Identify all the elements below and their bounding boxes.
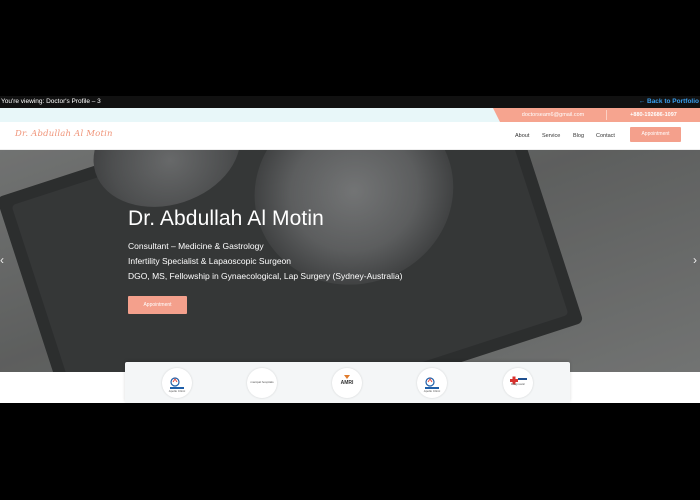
partner-label: AMRI <box>340 380 354 386</box>
site-logo[interactable]: Dr. Abdullah Al Motin <box>15 129 113 139</box>
partner-logos-strip: Apollo Clinic manipal hospitals AMRI Apo… <box>125 362 570 403</box>
contact-email[interactable]: doctorseam6@gmail.com <box>500 108 606 122</box>
hero-credential: Infertility Specialist & Lapaoscopic Sur… <box>128 256 292 266</box>
contact-strip: doctorseam6@gmail.com +880-192686-1097 <box>0 108 700 122</box>
partner-logo-diagnostic[interactable]: Diagnostic <box>503 368 533 398</box>
back-to-portfolio-link[interactable]: ← Back to Portfolio <box>639 96 699 108</box>
hero-overlay <box>0 150 700 372</box>
viewing-bar: You're viewing: Doctor's Profile – 3 ← B… <box>0 96 700 108</box>
nav-contact[interactable]: Contact <box>596 122 615 150</box>
contact-phone[interactable]: +880-192686-1097 <box>607 108 700 122</box>
hero-appointment-button[interactable]: Appointment <box>128 296 187 314</box>
viewing-text: You're viewing: Doctor's Profile – 3 <box>1 98 101 105</box>
nav-service[interactable]: Service <box>542 122 560 150</box>
partner-logo-apollo[interactable]: Apollo Clinic <box>162 368 192 398</box>
nav-blog[interactable]: Blog <box>573 122 584 150</box>
partner-label: Diagnostic <box>510 382 525 386</box>
partner-label: Apollo Clinic <box>168 389 186 393</box>
partner-label: Apollo Clinic <box>423 389 441 393</box>
partner-logo-manipal[interactable]: manipal hospitals <box>247 368 277 398</box>
nav-about[interactable]: About <box>515 122 529 150</box>
partner-label: manipal hospitals <box>250 380 274 384</box>
header-appointment-button[interactable]: Appointment <box>630 127 681 142</box>
slider-next-icon[interactable]: › <box>693 254 697 266</box>
site-header: Dr. Abdullah Al Motin About Service Blog… <box>0 122 700 150</box>
apollo-logo-icon <box>425 377 439 389</box>
contact-box: doctorseam6@gmail.com +880-192686-1097 <box>493 108 700 122</box>
doctor-name-heading: Dr. Abdullah Al Motin <box>128 207 324 230</box>
partner-logo-apollo-2[interactable]: Apollo Clinic <box>417 368 447 398</box>
browser-frame: You're viewing: Doctor's Profile – 3 ← B… <box>0 96 700 403</box>
apollo-logo-icon <box>170 377 184 389</box>
hero-slider: ‹ › Dr. Abdullah Al Motin Consultant – M… <box>0 150 700 372</box>
slider-prev-icon[interactable]: ‹ <box>0 254 4 266</box>
hero-credential: DGO, MS, Fellowship in Gynaecological, L… <box>128 271 403 281</box>
partner-logo-amri[interactable]: AMRI <box>332 368 362 398</box>
hero-credential: Consultant – Medicine & Gastrology <box>128 241 264 251</box>
